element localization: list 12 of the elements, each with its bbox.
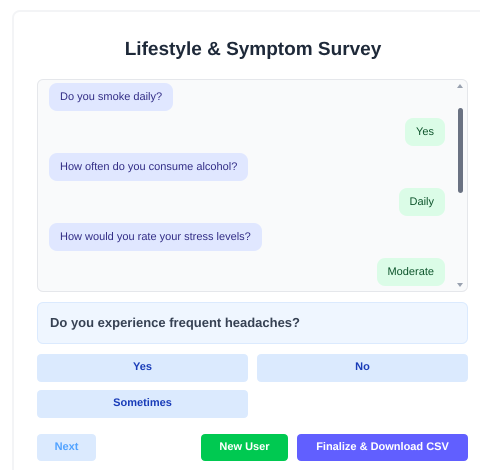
question-bubble: How often do you consume alcohol? (49, 152, 248, 180)
question-bubble: How would you rate your stress levels? (49, 222, 262, 250)
option-button[interactable]: No (257, 354, 468, 382)
answer-bubble: Daily (398, 188, 445, 216)
option-button[interactable]: Yes (37, 354, 248, 382)
option-button[interactable]: Sometimes (37, 390, 248, 418)
question-bubble: Do you smoke daily? (49, 82, 174, 110)
question-prompt: Do you experience frequent headaches? (37, 302, 468, 344)
answer-bubble: Moderate (376, 258, 445, 286)
survey-title: Lifestyle & Symptom Survey (124, 38, 382, 62)
answer-bubble: Yes (405, 118, 445, 146)
finalize-download-button[interactable]: Finalize & Download CSV (297, 434, 468, 460)
